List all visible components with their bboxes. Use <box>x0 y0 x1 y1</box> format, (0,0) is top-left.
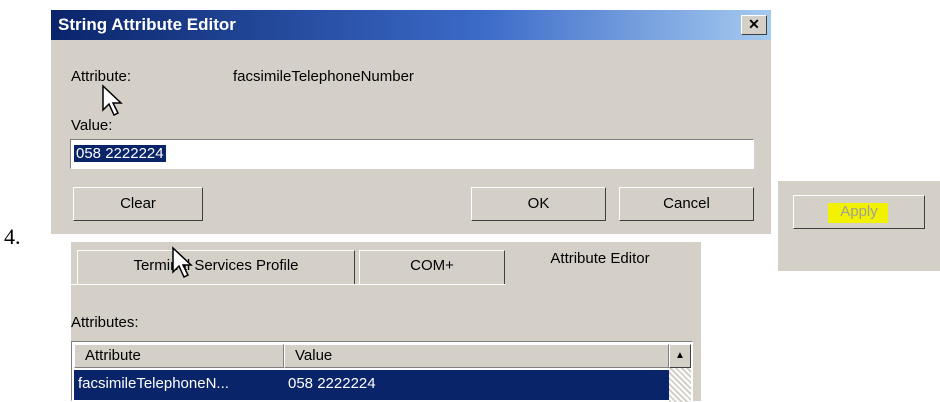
mouse-cursor-icon <box>102 84 123 117</box>
attributes-list[interactable]: Attribute Value ▲ facsimileTelephoneN...… <box>71 341 693 402</box>
cancel-button[interactable]: Cancel <box>619 187 754 221</box>
clear-button[interactable]: Clear <box>73 187 203 221</box>
step-number: 4. <box>4 224 21 249</box>
apply-panel: Apply <box>778 181 940 271</box>
column-header-value[interactable]: Value <box>284 344 669 368</box>
scroll-up-button[interactable]: ▲ <box>669 344 691 368</box>
tab-divider <box>71 284 505 285</box>
dialog-titlebar[interactable]: String Attribute Editor ✕ <box>51 10 771 40</box>
column-header-attribute[interactable]: Attribute <box>74 344 284 368</box>
row-value-cell: 058 2222224 <box>288 375 376 392</box>
dialog-title: String Attribute Editor <box>58 15 236 34</box>
value-input-text: 058 2222224 <box>74 145 166 162</box>
string-attribute-editor-dialog: String Attribute Editor ✕ Attribute: fac… <box>51 10 771 234</box>
apply-button[interactable]: Apply <box>793 195 925 229</box>
mouse-cursor-icon <box>172 246 193 279</box>
value-label: Value: <box>71 117 113 134</box>
attributes-label: Attributes: <box>71 314 139 331</box>
apply-label: Apply <box>840 203 878 220</box>
arrow-up-icon: ▲ <box>675 350 685 361</box>
tab-com-plus[interactable]: COM+ <box>359 250 505 284</box>
attribute-name-value: facsimileTelephoneNumber <box>233 68 414 85</box>
close-icon: ✕ <box>748 16 760 32</box>
table-row[interactable]: facsimileTelephoneN... 058 2222224 <box>74 370 669 400</box>
value-input[interactable]: 058 2222224 <box>70 139 754 169</box>
tab-terminal-services-profile[interactable]: Terminal Services Profile <box>77 250 355 284</box>
tab-attribute-editor[interactable]: Attribute Editor <box>505 244 695 284</box>
attribute-label: Attribute: <box>71 68 132 85</box>
properties-panel: Terminal Services Profile COM+ Attribute… <box>71 242 701 402</box>
row-attribute-cell: facsimileTelephoneN... <box>78 375 229 392</box>
ok-button[interactable]: OK <box>471 187 606 221</box>
scrollbar-track[interactable] <box>669 368 691 402</box>
close-button[interactable]: ✕ <box>741 15 767 35</box>
